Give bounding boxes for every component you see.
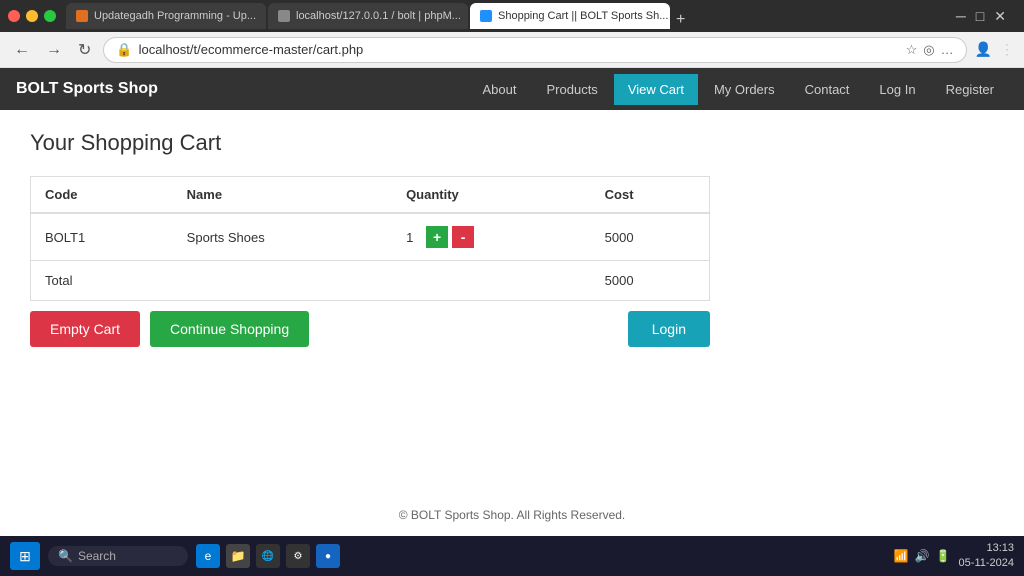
nav-my-orders[interactable]: My Orders (700, 74, 789, 105)
tab-label-3: Shopping Cart || BOLT Sports Sh... (498, 10, 668, 22)
address-text: localhost/t/ecommerce-master/cart.php (139, 42, 900, 57)
taskbar-pinned-icons: e 📁 🌐 ⚙ ● (196, 544, 886, 568)
total-qty-empty (392, 261, 591, 301)
nav-register[interactable]: Register (932, 74, 1008, 105)
total-name-empty (173, 261, 392, 301)
browser-menu-button[interactable]: ⋮ (1000, 41, 1014, 58)
app2-icon: ⚙ (294, 551, 303, 562)
edge-icon: e (205, 549, 212, 563)
nav-about[interactable]: About (469, 74, 531, 105)
quantity-minus-button-1[interactable]: - (452, 226, 474, 248)
restore-button[interactable]: □ (976, 8, 984, 24)
wifi-icon: 📶 (894, 549, 909, 563)
taskbar-clock: 13:13 05-11-2024 (959, 541, 1014, 572)
browser-tabs: Updategadh Programming - Up... ✕ localho… (66, 3, 952, 29)
taskbar: ⊞ 🔍 Search e 📁 🌐 ⚙ ● 📶 🔊 🔋 13:13 05-11-2… (0, 536, 1024, 576)
cart-item-row-1: BOLT1 Sports Shoes 1 + - 5000 (31, 213, 710, 261)
cart-actions: Empty Cart Continue Shopping Login (30, 311, 710, 347)
minimize-window-dot[interactable] (26, 10, 38, 22)
taskbar-explorer-icon[interactable]: 📁 (226, 544, 250, 568)
cart-total-row: Total 5000 (31, 261, 710, 301)
system-tray-icons: 📶 🔊 🔋 (894, 549, 951, 563)
battery-icon: 🔋 (936, 549, 951, 563)
folder-icon: 📁 (231, 549, 246, 563)
app-logo: BOLT Sports Shop (16, 80, 469, 98)
taskbar-app-1[interactable]: 🌐 (256, 544, 280, 568)
minimize-button[interactable]: ─ (956, 8, 966, 24)
taskbar-app-2[interactable]: ⚙ (286, 544, 310, 568)
footer-text: © BOLT Sports Shop. All Rights Reserved. (399, 508, 626, 522)
taskbar-chrome-icon[interactable]: ● (316, 544, 340, 568)
quantity-plus-button-1[interactable]: + (426, 226, 448, 248)
empty-cart-button[interactable]: Empty Cart (30, 311, 140, 347)
main-content: Your Shopping Cart Code Name Quantity Co… (0, 110, 1024, 494)
taskbar-edge-icon[interactable]: e (196, 544, 220, 568)
taskbar-search-box[interactable]: 🔍 Search (48, 546, 188, 566)
volume-icon: 🔊 (915, 549, 930, 563)
page-title: Your Shopping Cart (30, 130, 994, 156)
nav-products[interactable]: Products (533, 74, 612, 105)
taskbar-time-value: 13:13 (959, 541, 1014, 556)
item-name-1: Sports Shoes (173, 213, 392, 261)
extensions-icon[interactable]: ◎ (923, 42, 934, 58)
col-code: Code (31, 177, 173, 214)
nav-links: About Products View Cart My Orders Conta… (469, 74, 1008, 105)
address-action-icons: ☆ ◎ … (906, 42, 954, 58)
address-input-box[interactable]: 🔒 localhost/t/ecommerce-master/cart.php … (103, 37, 966, 63)
address-bar: ← → ↻ 🔒 localhost/t/ecommerce-master/car… (0, 32, 1024, 68)
chrome-icon: ● (325, 551, 331, 562)
item-cost-1: 5000 (591, 213, 710, 261)
bookmark-icon[interactable]: ☆ (906, 42, 918, 58)
quantity-value-1: 1 (406, 230, 422, 245)
cart-login-button[interactable]: Login (628, 311, 710, 347)
window-action-controls: ─ □ ✕ (956, 8, 1006, 25)
window-controls (8, 10, 56, 22)
tab-favicon-3 (480, 10, 492, 22)
item-quantity-cell-1: 1 + - (392, 213, 591, 261)
col-name: Name (173, 177, 392, 214)
browser-titlebar: Updategadh Programming - Up... ✕ localho… (0, 0, 1024, 32)
taskbar-search-text: Search (78, 549, 116, 563)
col-cost: Cost (591, 177, 710, 214)
nav-login[interactable]: Log In (865, 74, 929, 105)
app1-icon: 🌐 (262, 551, 274, 562)
tab-favicon-1 (76, 10, 88, 22)
maximize-window-dot[interactable] (44, 10, 56, 22)
windows-icon: ⊞ (19, 548, 31, 565)
profile-icon[interactable]: 👤 (975, 41, 992, 58)
more-icon[interactable]: … (941, 42, 954, 57)
start-button[interactable]: ⊞ (10, 542, 40, 570)
tab-favicon-2 (278, 10, 290, 22)
tab-label-2: localhost/127.0.0.1 / bolt | phpM... (296, 10, 461, 22)
lock-icon: 🔒 (116, 42, 132, 58)
total-value: 5000 (591, 261, 710, 301)
quantity-control: 1 + - (406, 226, 577, 248)
footer: © BOLT Sports Shop. All Rights Reserved. (0, 494, 1024, 536)
browser-tab-2[interactable]: localhost/127.0.0.1 / bolt | phpM... ✕ (268, 3, 468, 29)
new-tab-button[interactable]: + (676, 11, 685, 29)
reload-button[interactable]: ↻ (74, 38, 95, 62)
close-button[interactable]: ✕ (994, 8, 1006, 25)
total-label: Total (31, 261, 173, 301)
close-window-dot[interactable] (8, 10, 20, 22)
taskbar-right: 📶 🔊 🔋 13:13 05-11-2024 (894, 541, 1014, 572)
taskbar-search-icon: 🔍 (58, 549, 73, 563)
back-button[interactable]: ← (10, 39, 34, 61)
continue-shopping-button[interactable]: Continue Shopping (150, 311, 309, 347)
cart-table: Code Name Quantity Cost BOLT1 Sports Sho… (30, 176, 710, 301)
app-navbar: BOLT Sports Shop About Products View Car… (0, 68, 1024, 110)
tab-label-1: Updategadh Programming - Up... (94, 10, 256, 22)
item-code-1: BOLT1 (31, 213, 173, 261)
browser-tab-1[interactable]: Updategadh Programming - Up... ✕ (66, 3, 266, 29)
browser-tab-3[interactable]: Shopping Cart || BOLT Sports Sh... ✕ (470, 3, 670, 29)
nav-view-cart[interactable]: View Cart (614, 74, 698, 105)
col-quantity: Quantity (392, 177, 591, 214)
forward-button[interactable]: → (42, 39, 66, 61)
cart-table-header-row: Code Name Quantity Cost (31, 177, 710, 214)
nav-contact[interactable]: Contact (791, 74, 864, 105)
taskbar-date-value: 05-11-2024 (959, 556, 1014, 571)
browser-right-controls: 👤 ⋮ (975, 41, 1014, 58)
